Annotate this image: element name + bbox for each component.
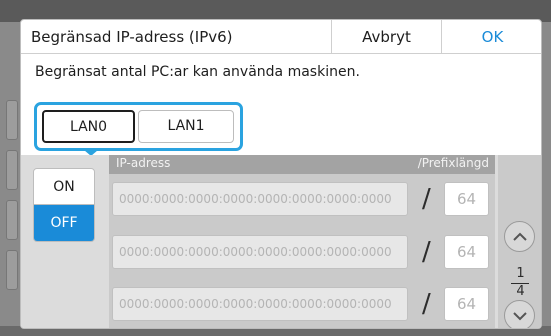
page-down-button[interactable] [504,300,535,328]
ok-button[interactable]: OK [441,20,541,54]
background-tab [6,200,18,240]
prefix-length-field[interactable]: 64 [444,287,489,321]
dialog-title: Begränsad IP-adress (IPv6) [31,28,233,46]
ip-address-field[interactable]: 0000:0000:0000:0000:0000:0000:0000:0000 [112,287,408,321]
ip-address-field[interactable]: 0000:0000:0000:0000:0000:0000:0000:0000 [112,235,408,269]
ip-address-table: IP-adress /Prefixlängd 0000:0000:0000:00… [109,155,495,328]
prefix-length-header: /Prefixlängd [417,156,489,170]
ip-settings-panel: ON OFF IP-adress /Prefixlängd 0000:0000:… [21,155,541,328]
dialog-description: Begränsat antal PC:ar kan använda maskin… [35,64,360,80]
tab-lan1[interactable]: LAN1 [138,110,234,143]
pager: 1 4 [498,155,541,328]
chevron-up-icon [513,232,527,241]
table-row: 0000:0000:0000:0000:0000:0000:0000:0000 … [109,182,495,218]
prefix-separator: / [422,237,431,267]
lan-tab-group: LAN0 LAN1 [34,102,243,151]
on-off-toggle: ON OFF [33,168,95,242]
table-row: 0000:0000:0000:0000:0000:0000:0000:0000 … [109,235,495,271]
toggle-off-button[interactable]: OFF [34,205,94,241]
toggle-on-button[interactable]: ON [34,169,94,205]
ip-address-header: IP-adress [116,156,171,170]
tab-lan0[interactable]: LAN0 [42,110,135,143]
chevron-down-icon [513,312,527,321]
background-tab [6,250,18,290]
table-row: 0000:0000:0000:0000:0000:0000:0000:0000 … [109,287,495,323]
dialog-titlebar: Begränsad IP-adress (IPv6) Avbryt OK [21,20,541,54]
background-tab [6,100,18,140]
ip-address-field[interactable]: 0000:0000:0000:0000:0000:0000:0000:0000 [112,182,408,216]
page-up-button[interactable] [504,221,535,252]
prefix-separator: / [422,289,431,319]
total-pages: 4 [516,284,525,299]
prefix-separator: / [422,184,431,214]
background-tab [6,150,18,190]
ipv6-restriction-dialog: Begränsad IP-adress (IPv6) Avbryt OK Beg… [20,19,542,329]
prefix-length-field[interactable]: 64 [444,235,489,269]
cancel-button[interactable]: Avbryt [331,20,441,54]
current-page: 1 [516,266,525,281]
prefix-length-field[interactable]: 64 [444,182,489,216]
table-header: IP-adress /Prefixlängd [109,155,495,174]
